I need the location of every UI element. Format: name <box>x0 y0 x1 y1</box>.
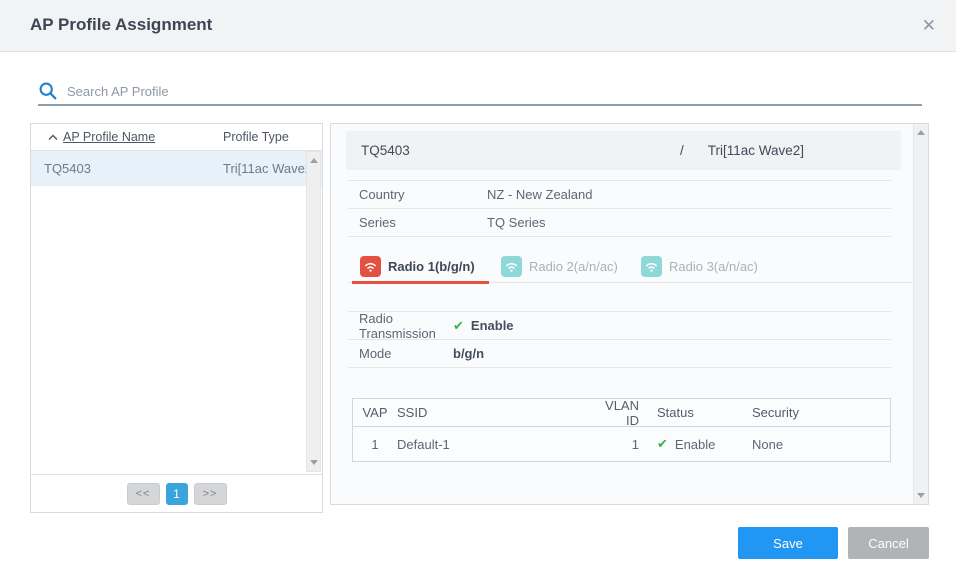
tab-radio-3[interactable]: Radio 3(a/n/ac) <box>629 250 789 282</box>
detail-separator: / <box>680 143 684 158</box>
mode-value: b/g/n <box>453 346 484 361</box>
vlan-cell: 1 <box>595 437 639 452</box>
mode-label: Mode <box>348 346 453 361</box>
profile-row-selected[interactable]: TQ5403 Tri[11ac Wave2] <box>31 151 322 186</box>
dialog-title: AP Profile Assignment <box>30 15 212 35</box>
pagination-next-button[interactable]: >> <box>194 483 227 505</box>
list-scrollbar[interactable] <box>306 151 321 472</box>
search-icon <box>38 81 58 101</box>
check-icon: ✔ <box>657 436 668 452</box>
vap-col-header: VAP <box>353 405 397 420</box>
security-cell: None <box>752 437 890 452</box>
radio-transmission-label: Radio Transmission <box>348 311 453 341</box>
cancel-button[interactable]: Cancel <box>848 527 929 559</box>
close-icon[interactable]: ✕ <box>922 15 936 37</box>
country-label: Country <box>348 187 487 202</box>
status-cell: ✔ Enable <box>657 436 752 452</box>
profile-list-body: TQ5403 Tri[11ac Wave2] <box>31 151 322 474</box>
profile-detail-panel: TQ5403 / Tri[11ac Wave2] Country NZ - Ne… <box>330 123 929 505</box>
detail-content: TQ5403 / Tri[11ac Wave2] Country NZ - Ne… <box>348 124 891 462</box>
tab-label: Radio 1(b/g/n) <box>388 259 475 274</box>
scroll-up-icon[interactable] <box>310 158 318 163</box>
profile-type-cell: Tri[11ac Wave2] <box>223 161 316 176</box>
column-label: AP Profile Name <box>63 130 155 144</box>
wifi-icon <box>501 256 522 277</box>
dialog-footer: Save Cancel <box>738 527 929 559</box>
profile-list-panel: AP Profile Name Profile Type TQ5403 Tri[… <box>30 123 323 513</box>
active-tab-underline <box>352 281 489 284</box>
tab-label: Radio 2(a/n/ac) <box>529 259 618 274</box>
scroll-down-icon[interactable] <box>917 493 925 498</box>
vlan-col-header: VLAN ID <box>595 398 639 428</box>
pagination-page-1-button[interactable]: 1 <box>166 483 188 505</box>
wifi-icon <box>641 256 662 277</box>
detail-profile-name: TQ5403 <box>361 143 410 158</box>
mode-row: Mode b/g/n <box>348 340 891 368</box>
series-label: Series <box>348 215 487 230</box>
detail-header-bar: TQ5403 / Tri[11ac Wave2] <box>346 131 901 170</box>
detail-profile-type-group: / Tri[11ac Wave2] <box>680 143 901 158</box>
vap-cell: 1 <box>353 437 397 452</box>
tab-radio-1[interactable]: Radio 1(b/g/n) <box>348 250 489 282</box>
status-col-header: Status <box>657 405 752 420</box>
country-value: NZ - New Zealand <box>487 187 592 202</box>
sort-asc-icon <box>48 134 58 141</box>
save-button[interactable]: Save <box>738 527 838 559</box>
dialog-header: AP Profile Assignment ✕ <box>0 0 956 52</box>
vap-table: VAP SSID VLAN ID Status Security 1 Defau… <box>352 398 891 462</box>
column-header-profile-type: Profile Type <box>223 130 289 144</box>
check-icon: ✔ <box>453 318 464 334</box>
search-bar <box>38 78 922 106</box>
radio-tabs: Radio 1(b/g/n) Radio 2(a/n/ac) <box>348 250 912 283</box>
security-col-header: Security <box>752 405 890 420</box>
search-input[interactable] <box>67 84 922 99</box>
profile-list-header: AP Profile Name Profile Type <box>31 124 322 151</box>
ssid-col-header: SSID <box>397 405 595 420</box>
series-value: TQ Series <box>487 215 546 230</box>
detail-info-table: Country NZ - New Zealand Series TQ Serie… <box>348 180 891 237</box>
info-row-series: Series TQ Series <box>348 209 891 237</box>
column-header-ap-profile-name[interactable]: AP Profile Name <box>48 130 155 144</box>
tab-label: Radio 3(a/n/ac) <box>669 259 758 274</box>
profile-name-cell: TQ5403 <box>44 161 91 176</box>
ssid-cell: Default-1 <box>397 437 595 452</box>
status-value: Enable <box>675 437 715 452</box>
radio-transmission-value: Enable <box>471 318 514 333</box>
pagination-prev-button[interactable]: << <box>127 483 160 505</box>
vap-table-header: VAP SSID VLAN ID Status Security <box>353 399 890 427</box>
detail-profile-type: Tri[11ac Wave2] <box>708 143 804 158</box>
info-row-country: Country NZ - New Zealand <box>348 181 891 209</box>
vap-table-row: 1 Default-1 1 ✔ Enable None <box>353 427 890 461</box>
wifi-icon <box>360 256 381 277</box>
pagination: << 1 >> <box>31 474 322 512</box>
radio-transmission-row: Radio Transmission ✔ Enable <box>348 312 891 340</box>
scroll-up-icon[interactable] <box>917 130 925 135</box>
scroll-down-icon[interactable] <box>310 460 318 465</box>
radio-settings-table: Radio Transmission ✔ Enable Mode b/g/n <box>348 311 891 368</box>
tab-radio-2[interactable]: Radio 2(a/n/ac) <box>489 250 629 282</box>
detail-scrollbar[interactable] <box>913 124 928 504</box>
